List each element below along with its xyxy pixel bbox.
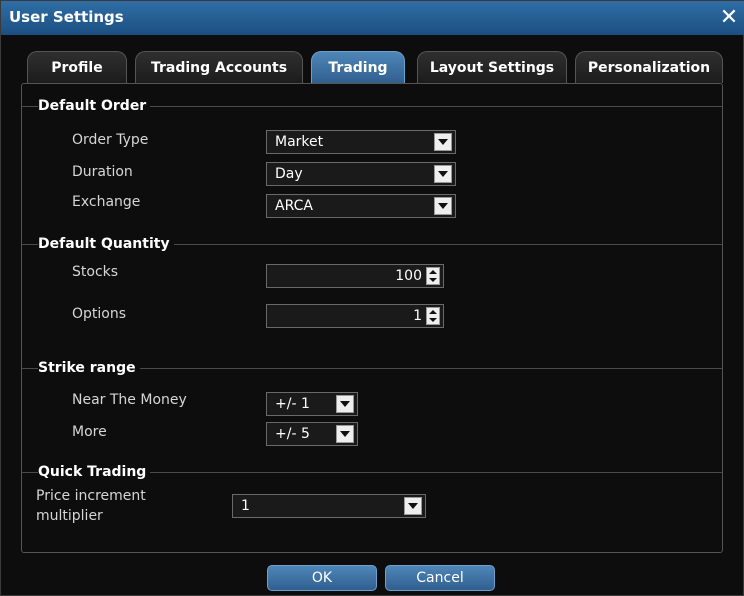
chevron-down-icon[interactable] <box>434 197 452 215</box>
trading-settings-panel: Default Order Order Type Market Duration… <box>21 83 723 553</box>
section-title-default-order: Default Order <box>38 98 151 114</box>
spin-arrows-icon[interactable] <box>426 307 440 325</box>
duration-value: Day <box>275 166 303 182</box>
section-title-strike-range: Strike range <box>38 360 140 376</box>
stocks-label: Stocks <box>72 264 119 280</box>
spin-up-icon[interactable] <box>427 268 439 276</box>
spin-arrows-icon[interactable] <box>426 267 440 285</box>
spin-down-icon[interactable] <box>427 316 439 324</box>
duration-label: Duration <box>72 164 133 180</box>
user-settings-window: User Settings ✕ Profile Trading Accounts… <box>0 0 744 596</box>
price-increment-value: 1 <box>241 498 250 514</box>
tab-layout-settings[interactable]: Layout Settings <box>417 51 567 83</box>
tab-trading[interactable]: Trading <box>311 51 405 83</box>
tab-personalization[interactable]: Personalization <box>575 51 723 83</box>
section-title-quick-trading: Quick Trading <box>38 464 151 480</box>
chevron-down-icon[interactable] <box>336 395 354 413</box>
spin-up-icon[interactable] <box>427 308 439 316</box>
price-increment-select[interactable]: 1 <box>232 494 426 518</box>
near-the-money-select[interactable]: +/- 1 <box>266 392 358 416</box>
exchange-value: ARCA <box>275 198 313 214</box>
near-the-money-label: Near The Money <box>72 392 187 408</box>
more-value: +/- 5 <box>275 426 310 442</box>
options-quantity-value: 1 <box>413 308 422 324</box>
order-type-label: Order Type <box>72 132 149 148</box>
duration-select[interactable]: Day <box>266 162 456 186</box>
title-bar[interactable]: User Settings ✕ <box>1 1 744 35</box>
window-title: User Settings <box>9 8 124 26</box>
section-title-default-quantity: Default Quantity <box>38 236 174 252</box>
spin-down-icon[interactable] <box>427 276 439 284</box>
chevron-down-icon[interactable] <box>336 425 354 443</box>
cancel-button[interactable]: Cancel <box>385 565 495 591</box>
options-quantity-stepper[interactable]: 1 <box>266 304 444 328</box>
price-increment-label: Price increment <box>36 488 146 504</box>
options-label: Options <box>72 306 127 322</box>
chevron-down-icon[interactable] <box>434 165 452 183</box>
tab-profile[interactable]: Profile <box>27 51 127 83</box>
more-label: More <box>72 424 107 440</box>
tab-trading-accounts[interactable]: Trading Accounts <box>135 51 303 83</box>
close-icon[interactable]: ✕ <box>715 3 743 31</box>
tab-bar: Profile Trading Accounts Trading Layout … <box>27 51 727 83</box>
stocks-quantity-value: 100 <box>395 268 422 284</box>
more-select[interactable]: +/- 5 <box>266 422 358 446</box>
order-type-value: Market <box>275 134 324 150</box>
near-the-money-value: +/- 1 <box>275 396 310 412</box>
chevron-down-icon[interactable] <box>434 133 452 151</box>
order-type-select[interactable]: Market <box>266 130 456 154</box>
stocks-quantity-stepper[interactable]: 100 <box>266 264 444 288</box>
price-increment-label-line2: multiplier <box>36 508 103 524</box>
exchange-select[interactable]: ARCA <box>266 194 456 218</box>
ok-button[interactable]: OK <box>267 565 377 591</box>
exchange-label: Exchange <box>72 194 141 210</box>
chevron-down-icon[interactable] <box>404 497 422 515</box>
